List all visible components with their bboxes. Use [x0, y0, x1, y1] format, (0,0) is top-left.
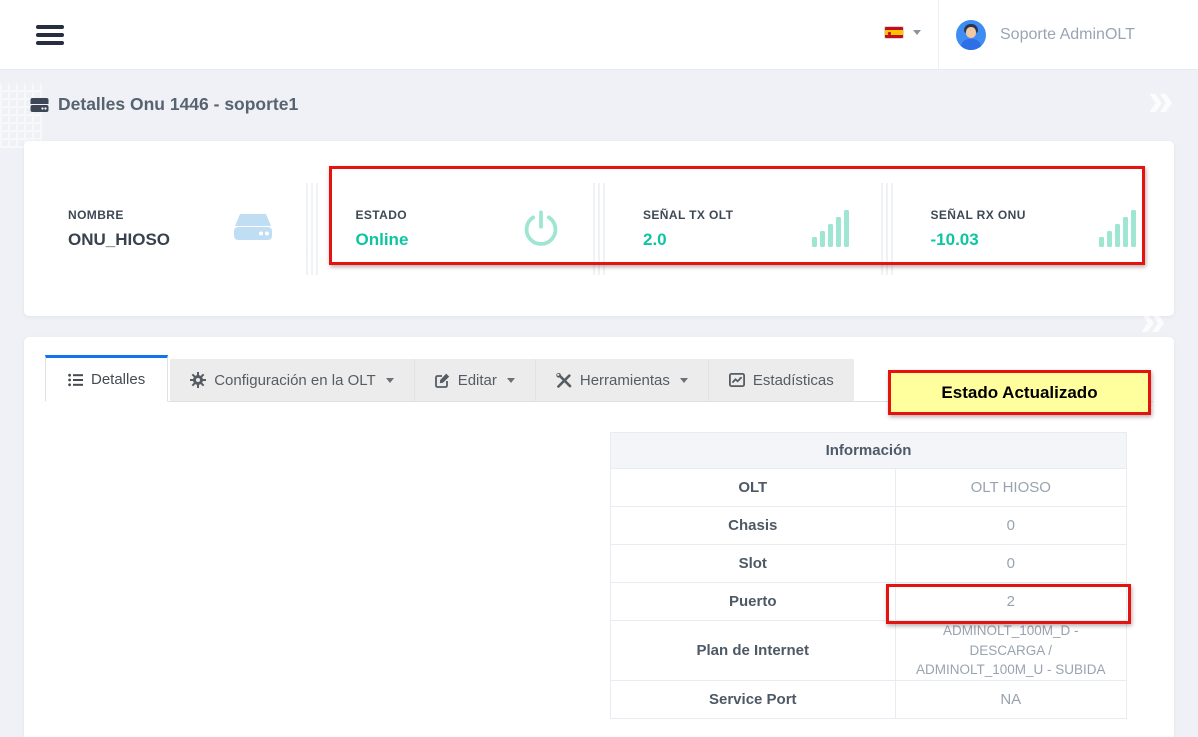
tab-label: Configuración en la OLT — [214, 372, 375, 389]
callout-text: Estado Actualizado — [941, 383, 1097, 403]
status-highlight-box — [329, 166, 1145, 265]
row-label: OLT — [611, 469, 896, 507]
background-chevron: » — [1148, 72, 1174, 126]
hamburger-menu-icon[interactable] — [36, 25, 64, 45]
chevron-down-icon — [386, 378, 394, 383]
tab-label: Herramientas — [580, 372, 670, 389]
tab-configuracion-olt[interactable]: Configuración en la OLT — [170, 359, 414, 401]
tab-editar[interactable]: Editar — [415, 359, 536, 401]
puerto-highlight-box — [886, 584, 1131, 624]
tab-label: Detalles — [91, 371, 145, 388]
app-root: » » Soporte AdminOLT Detalles Onu 1446 -… — [0, 0, 1198, 737]
row-value: NA — [895, 680, 1126, 718]
table-header-row: Información — [611, 433, 1127, 469]
table-header: Información — [611, 433, 1127, 469]
chevron-down-icon — [507, 378, 515, 383]
row-label: Slot — [611, 545, 896, 583]
server-icon — [232, 212, 274, 246]
row-value: OLT HIOSO — [895, 469, 1126, 507]
tab-estadisticas[interactable]: Estadísticas — [709, 359, 854, 401]
stat-nombre: NOMBRE ONU_HIOSO — [24, 141, 312, 316]
stat-value: ONU_HIOSO — [68, 230, 170, 250]
tools-icon — [556, 373, 572, 388]
person-avatar-icon — [956, 20, 986, 50]
table-row-olt: OLT OLT HIOSO — [611, 469, 1127, 507]
spain-flag-icon — [884, 26, 904, 39]
table-row-plan-internet: Plan de Internet ADMINOLT_100M_D - DESCA… — [611, 621, 1127, 681]
row-value: ADMINOLT_100M_D - DESCARGA / ADMINOLT_10… — [895, 621, 1126, 681]
chevron-down-icon — [913, 30, 921, 35]
tab-group: Configuración en la OLT Editar — [170, 359, 854, 401]
tab-label: Editar — [458, 372, 497, 389]
row-label: Chasis — [611, 507, 896, 545]
table-row-chasis: Chasis 0 — [611, 507, 1127, 545]
table-row-service-port: Service Port NA — [611, 680, 1127, 718]
tab-herramientas[interactable]: Herramientas — [536, 359, 709, 401]
user-name: Soporte AdminOLT — [1000, 26, 1135, 44]
tab-detalles[interactable]: Detalles — [45, 355, 168, 402]
page-title: Detalles Onu 1446 - soporte1 — [58, 94, 298, 115]
chart-icon — [729, 373, 745, 387]
list-icon — [68, 373, 83, 387]
stat-label: NOMBRE — [68, 208, 170, 222]
row-label: Plan de Internet — [611, 621, 896, 681]
row-label: Service Port — [611, 680, 896, 718]
row-value: 0 — [895, 507, 1126, 545]
chevron-down-icon — [680, 378, 688, 383]
language-dropdown[interactable] — [884, 26, 921, 39]
tab-label: Estadísticas — [753, 372, 834, 389]
row-value: 0 — [895, 545, 1126, 583]
user-menu[interactable]: Soporte AdminOLT — [956, 0, 1135, 70]
table-row-slot: Slot 0 — [611, 545, 1127, 583]
edit-icon — [435, 373, 450, 388]
hdd-icon — [30, 97, 49, 113]
row-label: Puerto — [611, 583, 896, 621]
top-navbar: Soporte AdminOLT — [0, 0, 1198, 70]
breadcrumb: Detalles Onu 1446 - soporte1 — [30, 94, 298, 115]
gear-icon — [190, 372, 206, 388]
navbar-divider — [938, 0, 939, 70]
informacion-table: Información OLT OLT HIOSO Chasis 0 Slot … — [610, 432, 1127, 719]
estado-actualizado-callout: Estado Actualizado — [888, 370, 1151, 415]
